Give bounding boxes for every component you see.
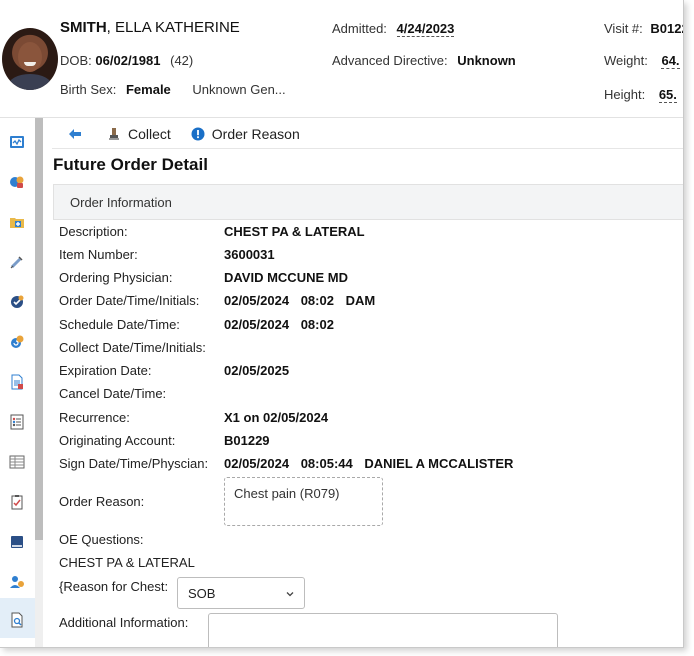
section-header-order-information: Order Information xyxy=(53,184,683,220)
additional-info-textarea[interactable] xyxy=(208,613,558,647)
birth-sex-label: Birth Sex: xyxy=(60,82,117,97)
oe-test-name: CHEST PA & LATERAL xyxy=(59,555,195,570)
back-arrow-icon xyxy=(68,128,82,140)
originating-label: Originating Account: xyxy=(59,433,176,448)
sign-time: 08:05:44 xyxy=(300,456,353,471)
weight-label: Weight: xyxy=(604,53,648,68)
dob-row: DOB: 06/02/1981 (42) xyxy=(60,53,193,68)
gender-identity-value: Unknown Gen... xyxy=(192,82,286,97)
reason-for-chest-value: SOB xyxy=(188,586,216,601)
item-number-label: Item Number: xyxy=(59,247,138,262)
ordering-physician-label: Ordering Physician: xyxy=(59,270,173,285)
birth-sex-row: Birth Sex: Female Unknown Gen... xyxy=(60,82,286,97)
syringe-icon[interactable] xyxy=(8,253,26,271)
collect-icon xyxy=(107,127,121,141)
directive-label: Advanced Directive: xyxy=(332,53,448,68)
visit-row: Visit #: B0122 xyxy=(604,21,683,36)
pill-icon[interactable] xyxy=(8,173,26,191)
list-icon[interactable] xyxy=(8,413,26,431)
ordering-physician-value: DAVID MCCUNE MD xyxy=(224,270,348,285)
order-reason-box: Chest pain (R079) xyxy=(224,477,383,526)
sign-value: 02/05/2024 08:05:44 DANIEL A MCCALISTER xyxy=(224,456,521,471)
weight-value[interactable]: 64. xyxy=(661,53,680,69)
back-button[interactable] xyxy=(68,128,89,140)
height-label: Height: xyxy=(604,87,646,102)
visit-value: B0122 xyxy=(650,21,683,36)
weight-row: Weight: 64. xyxy=(604,53,680,69)
chart-icon[interactable] xyxy=(8,133,26,151)
order-datetime-label: Order Date/Time/Initials: xyxy=(59,293,200,308)
schedule-date: 02/05/2024 xyxy=(224,317,290,332)
sidebar-scrollbar-track[interactable] xyxy=(35,540,43,647)
folder-plus-icon[interactable] xyxy=(8,213,26,231)
order-initials: DAM xyxy=(345,293,376,308)
reason-for-chest-label: {Reason for Chest: xyxy=(59,579,169,594)
height-row: Height: 65. xyxy=(604,87,677,103)
order-reason-field-label: Order Reason: xyxy=(59,494,145,509)
sign-date: 02/05/2024 xyxy=(224,456,290,471)
clipboard-check-icon[interactable] xyxy=(8,493,26,511)
schedule-value: 02/05/2024 08:02 xyxy=(224,317,342,332)
expiration-label: Expiration Date: xyxy=(59,363,152,378)
description-value: CHEST PA & LATERAL xyxy=(224,224,365,239)
directive-row: Advanced Directive: Unknown xyxy=(332,53,516,68)
oe-questions-label: OE Questions: xyxy=(59,532,144,547)
patient-first-names: ELLA KATHERINE xyxy=(115,19,240,36)
additional-info-label: Additional Information: xyxy=(59,615,189,630)
collect-datetime-label: Collect Date/Time/Initials: xyxy=(59,340,206,355)
age-value: (42) xyxy=(170,53,194,68)
originating-value: B01229 xyxy=(224,433,270,448)
check-shield-icon[interactable] xyxy=(8,293,26,311)
dob-value: 06/02/1981 xyxy=(95,53,161,68)
sign-label: Sign Date/Time/Physcian: xyxy=(59,456,209,471)
collect-button[interactable]: Collect xyxy=(107,126,171,142)
sidebar-scrollbar-thumb[interactable] xyxy=(35,118,43,540)
schedule-label: Schedule Date/Time: xyxy=(59,317,180,332)
order-datetime-value: 02/05/2024 08:02 DAM xyxy=(224,293,383,308)
expiration-value: 02/05/2025 xyxy=(224,363,290,378)
cancel-label: Cancel Date/Time: xyxy=(59,386,167,401)
sign-physician: DANIEL A MCCALISTER xyxy=(364,456,514,471)
admitted-row: Admitted: 4/24/2023 xyxy=(332,21,455,37)
book-icon[interactable] xyxy=(8,533,26,551)
app-window: SMITH, ELLA KATHERINE DOB: 06/02/1981 (4… xyxy=(0,0,684,648)
schedule-time: 08:02 xyxy=(300,317,334,332)
recurrence-label: Recurrence: xyxy=(59,410,130,425)
chevron-down-icon xyxy=(285,587,295,602)
patient-last-name: SMITH xyxy=(60,19,107,36)
admitted-label: Admitted: xyxy=(332,21,387,36)
description-label: Description: xyxy=(59,224,128,239)
height-value[interactable]: 65. xyxy=(658,87,677,103)
patient-header: SMITH, ELLA KATHERINE DOB: 06/02/1981 (4… xyxy=(0,0,683,118)
visit-label: Visit #: xyxy=(604,21,643,36)
document-icon[interactable] xyxy=(8,373,26,391)
table-icon[interactable] xyxy=(8,453,26,471)
order-reason-label: Order Reason xyxy=(211,126,300,142)
person-pill-icon[interactable] xyxy=(8,573,26,591)
birth-sex-value: Female xyxy=(125,82,171,97)
order-time: 08:02 xyxy=(300,293,334,308)
patient-name: SMITH, ELLA KATHERINE xyxy=(60,19,240,36)
collect-label: Collect xyxy=(128,126,171,142)
page-title: Future Order Detail xyxy=(53,155,208,174)
reason-for-chest-select[interactable]: SOB xyxy=(177,577,305,609)
admitted-value[interactable]: 4/24/2023 xyxy=(396,21,455,37)
document-search-icon[interactable] xyxy=(8,611,26,629)
patient-avatar xyxy=(2,28,58,90)
refresh-pill-icon[interactable] xyxy=(8,333,26,351)
item-number-value: 3600031 xyxy=(224,247,275,262)
dob-label: DOB: xyxy=(60,53,92,68)
directive-value: Unknown xyxy=(457,53,516,68)
order-date: 02/05/2024 xyxy=(224,293,290,308)
recurrence-value: X1 on 02/05/2024 xyxy=(224,410,329,425)
order-reason-button[interactable]: Order Reason xyxy=(191,126,300,142)
info-alert-icon xyxy=(191,127,205,141)
toolbar: Collect Order Reason xyxy=(52,120,683,148)
toolbar-divider xyxy=(52,148,683,149)
